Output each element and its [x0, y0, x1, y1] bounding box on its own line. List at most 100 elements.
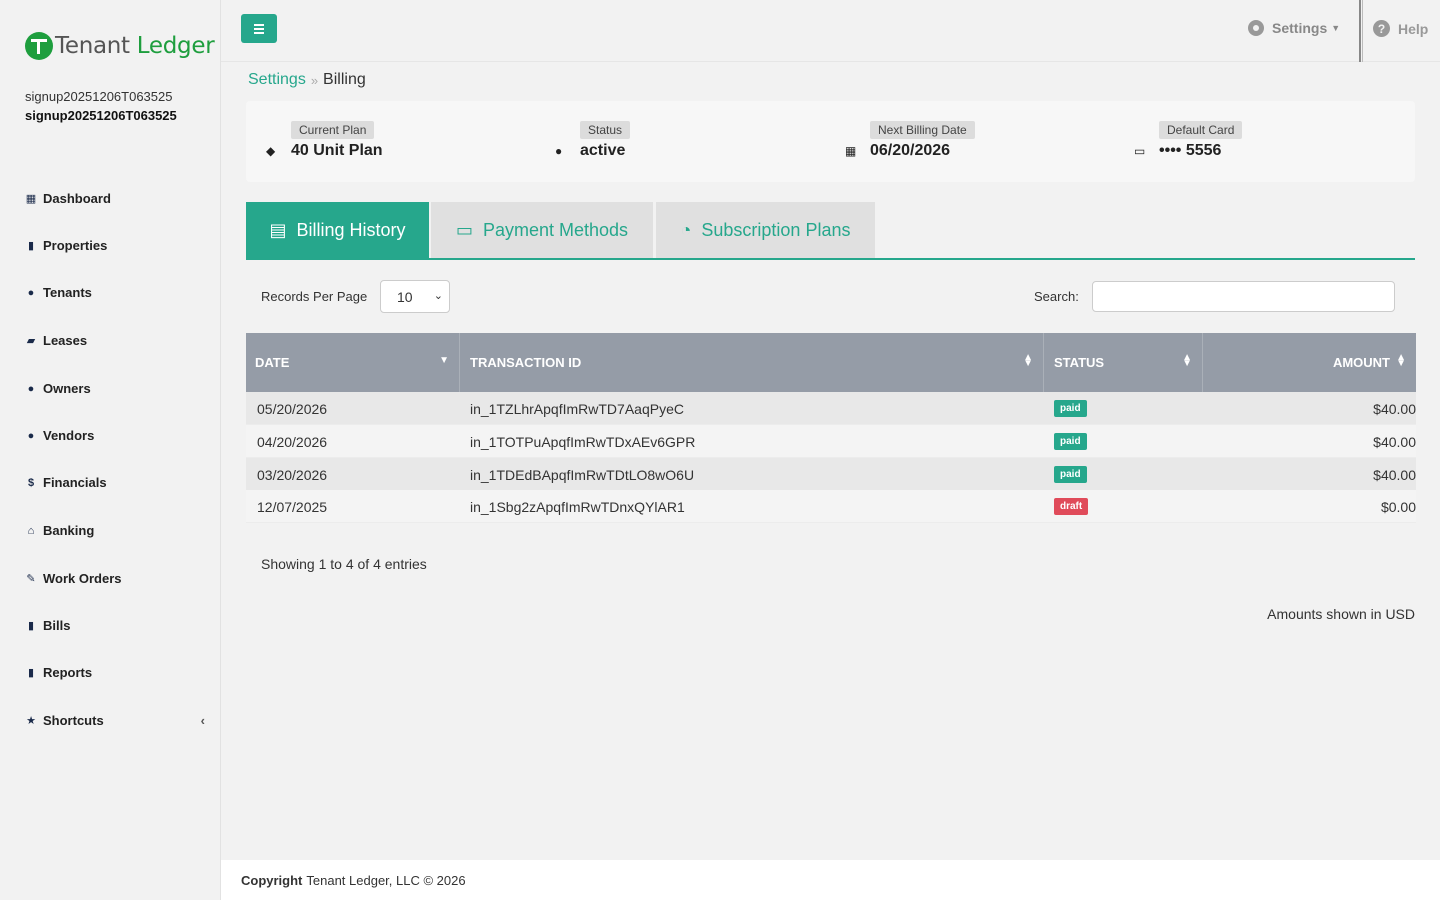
sidebar-item-label: Bills — [43, 618, 71, 633]
status-badge: paid — [1054, 400, 1087, 417]
user-name: signup20251206T063525 — [25, 89, 173, 104]
sort-icon: ▲ ▼ — [1182, 352, 1192, 369]
cell-transaction-id: in_1TZLhrApqfImRwTD7AaqPyeC — [470, 400, 684, 417]
help-label: Help — [1398, 20, 1429, 37]
breadcrumb-separator-icon: » — [310, 72, 319, 88]
breadcrumb: Settings » Billing — [248, 71, 366, 89]
cell-date: 12/07/2025 — [257, 498, 328, 515]
cell-amount: $0.00 — [1380, 498, 1416, 515]
summary-next-billing-date: Next Billing Date ▦ 06/20/2026 — [845, 121, 975, 160]
sidebar-item-label: Financials — [43, 475, 107, 490]
summary-value: active — [580, 142, 626, 159]
file-text-icon: ▤ — [269, 219, 287, 240]
sidebar-item-label: Vendors — [43, 428, 95, 443]
logo-mark-icon — [25, 32, 53, 60]
cell-date: 03/20/2026 — [257, 466, 328, 483]
table-row: 05/20/2026 in_1TZLhrApqfImRwTD7AaqPyeC p… — [246, 392, 1416, 425]
sidebar-item-label: Owners — [43, 381, 91, 396]
sidebar-item-tenants[interactable]: ● Tenants — [25, 285, 205, 300]
chevron-down-icon: ⌄ — [433, 290, 443, 302]
chevron-left-icon[interactable]: ‹ — [201, 713, 205, 728]
table-header: DATE ▼ TRANSACTION ID ▲ ▼ STATUS ▲ ▼ AMOUN… — [246, 333, 1416, 392]
sidebar-item-dashboard[interactable]: ▦ Dashboard — [25, 191, 205, 206]
users-icon: ● — [27, 429, 35, 442]
edit-icon: ✎ — [26, 573, 36, 585]
sidebar-item-label: Properties — [43, 238, 108, 253]
summary-label: Default Card — [1159, 121, 1243, 139]
credit-card-icon: ▭ — [455, 219, 473, 240]
app-logo[interactable]: Tenant Ledger — [25, 32, 215, 60]
cell-transaction-id: in_1TOTPuApqfImRwTDxAEv6GPR — [470, 433, 696, 450]
cell-transaction-id: in_1TDEdBApqfImRwTDtLO8wO6U — [470, 466, 695, 483]
cell-amount: $40.00 — [1373, 400, 1416, 417]
building-icon: ▮ — [27, 240, 35, 252]
sidebar-item-shortcuts[interactable]: ★ Shortcuts ‹ — [25, 713, 205, 728]
summary-value: 40 Unit Plan — [291, 142, 383, 159]
menu-toggle-button[interactable] — [241, 14, 277, 43]
divider — [1359, 0, 1363, 62]
status-badge: paid — [1054, 466, 1087, 483]
caret-down-icon: ▼ — [1331, 23, 1341, 33]
table-row: 12/07/2025 in_1Sbg2zApqfImRwTDnxQYlAR1 d… — [246, 490, 1416, 523]
tab-subscription-plans[interactable]: ◔ Subscription Plans — [656, 202, 875, 258]
summary-label: Current Plan — [291, 121, 375, 139]
sidebar-item-owners[interactable]: ● Owners — [25, 381, 205, 396]
folder-icon: ▰ — [26, 335, 36, 347]
summary-label: Status — [580, 121, 631, 139]
bank-icon: ⌂ — [27, 524, 35, 537]
sidebar-item-work-orders[interactable]: ✎ Work Orders — [25, 571, 205, 586]
cell-amount: $40.00 — [1373, 466, 1416, 483]
column-header-amount[interactable]: AMOUNT ▲ ▼ — [1203, 333, 1416, 392]
billing-summary-card: Current Plan ◆ 40 Unit Plan Status ● act… — [246, 101, 1415, 182]
sidebar-item-banking[interactable]: ⌂ Banking — [25, 523, 205, 538]
settings-dropdown[interactable]: Settings ▼ — [1248, 20, 1340, 36]
sidebar-item-leases[interactable]: ▰ Leases — [25, 333, 205, 348]
summary-label: Next Billing Date — [870, 121, 975, 139]
cell-transaction-id: in_1Sbg2zApqfImRwTDnxQYlAR1 — [470, 498, 685, 515]
search-input[interactable] — [1092, 281, 1395, 312]
user-company: signup20251206T063525 — [25, 108, 177, 123]
dashboard-icon: ▦ — [25, 193, 37, 205]
cell-date: 04/20/2026 — [257, 433, 328, 450]
tab-label: Subscription Plans — [701, 219, 851, 240]
sidebar-item-vendors[interactable]: ● Vendors — [25, 428, 205, 443]
sidebar-item-label: Work Orders — [43, 571, 122, 586]
calendar-icon: ▦ — [845, 144, 857, 158]
records-per-page-label: Records Per Page — [261, 289, 368, 304]
credit-card-icon: ▭ — [1134, 144, 1146, 158]
rss-icon: ◔ — [680, 219, 692, 240]
billing-tabs: ▤ Billing History ▭ Payment Methods ◔ Su… — [246, 202, 1415, 260]
sidebar-item-financials[interactable]: $ Financials — [25, 475, 205, 490]
records-per-page-value: 10 — [397, 288, 413, 305]
report-icon: ▮ — [27, 667, 35, 679]
summary-status: Status ● active — [555, 121, 631, 160]
status-badge: paid — [1054, 433, 1087, 450]
status-badge: draft — [1054, 498, 1089, 515]
settings-label: Settings — [1272, 20, 1328, 36]
page-footer: Copyright Tenant Ledger, LLC © 2026 — [221, 860, 1440, 900]
sidebar-item-label: Tenants — [43, 285, 92, 300]
sidebar-item-bills[interactable]: ▮ Bills — [25, 618, 205, 633]
question-icon: ? — [1373, 20, 1390, 37]
cell-date: 05/20/2026 — [257, 400, 328, 417]
sidebar-item-label: Dashboard — [43, 191, 111, 206]
sidebar-item-properties[interactable]: ▮ Properties — [25, 238, 205, 253]
summary-value: •••• 5556 — [1159, 142, 1222, 159]
entries-info: Showing 1 to 4 of 4 entries — [261, 556, 427, 572]
column-header-status[interactable]: STATUS ▲ ▼ — [1044, 333, 1203, 392]
currency-note: Amounts shown in USD — [1267, 606, 1415, 622]
breadcrumb-current: Billing — [323, 71, 366, 88]
help-link[interactable]: ? Help — [1373, 20, 1428, 37]
sidebar-item-label: Banking — [43, 523, 95, 538]
logo-text-part1: Tenant — [55, 33, 130, 59]
search-label: Search: — [1034, 289, 1079, 304]
column-header-transaction-id[interactable]: TRANSACTION ID ▲ ▼ — [460, 333, 1044, 392]
breadcrumb-settings-link[interactable]: Settings — [248, 71, 306, 89]
sidebar: Tenant Ledger signup20251206T063525 sign… — [0, 0, 221, 900]
column-header-date[interactable]: DATE ▼ — [246, 333, 460, 392]
tab-billing-history[interactable]: ▤ Billing History — [246, 202, 429, 258]
tab-label: Billing History — [296, 219, 406, 240]
tab-payment-methods[interactable]: ▭ Payment Methods — [431, 202, 653, 258]
sidebar-item-reports[interactable]: ▮ Reports — [25, 665, 205, 680]
records-per-page-select[interactable]: 10 ⌄ — [380, 280, 450, 313]
